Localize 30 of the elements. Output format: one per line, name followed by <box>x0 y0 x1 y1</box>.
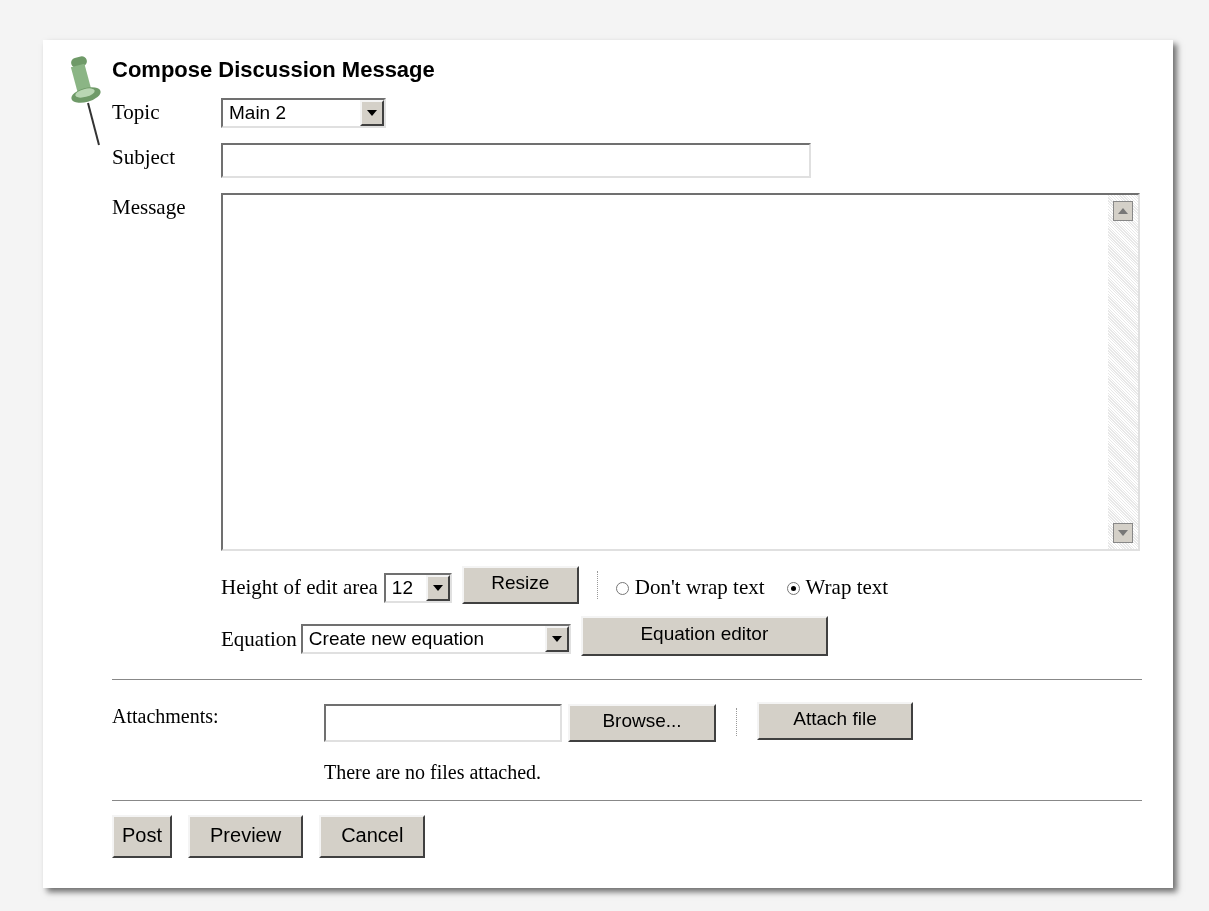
dropdown-arrow-icon <box>367 110 377 116</box>
equation-select[interactable]: Create new equation <box>300 624 571 654</box>
dialog-title: Compose Discussion Message <box>112 56 436 84</box>
form-button[interactable]: Cancel <box>319 815 426 858</box>
dropdown-arrow-icon <box>432 585 443 591</box>
height-select[interactable]: 12 <box>383 573 452 603</box>
field-label: Equation <box>221 626 297 654</box>
file-input[interactable] <box>324 704 562 742</box>
resize-button[interactable]: Resize <box>461 566 579 604</box>
radio-label: Wrap text <box>805 574 889 602</box>
subject-input[interactable] <box>221 143 811 178</box>
scrollbar[interactable] <box>1108 195 1138 549</box>
form-button[interactable]: Preview <box>188 815 304 858</box>
radio-button[interactable] <box>615 581 629 595</box>
radio-label: Don't wrap text <box>634 574 765 602</box>
field-label: Message <box>112 194 187 221</box>
field-label: Attachments: <box>112 704 220 729</box>
dropdown-arrow-icon <box>551 636 562 642</box>
radio-button[interactable] <box>786 581 800 595</box>
browse-button[interactable]: Browse... <box>568 704 716 742</box>
field-label: Height of edit area <box>221 574 378 602</box>
scroll-up-icon[interactable] <box>1113 201 1133 221</box>
field-label: Topic <box>112 99 161 126</box>
form-button[interactable]: Post <box>112 815 173 858</box>
topic-select[interactable]: Main 2 <box>221 98 386 128</box>
attach-file-button[interactable]: Attach file <box>757 702 913 740</box>
scroll-down-icon[interactable] <box>1113 523 1133 543</box>
field-label: Subject <box>112 144 176 171</box>
equation-editor-button[interactable]: Equation editor <box>580 616 828 656</box>
attachment-note: There are no files attached. <box>324 760 543 785</box>
